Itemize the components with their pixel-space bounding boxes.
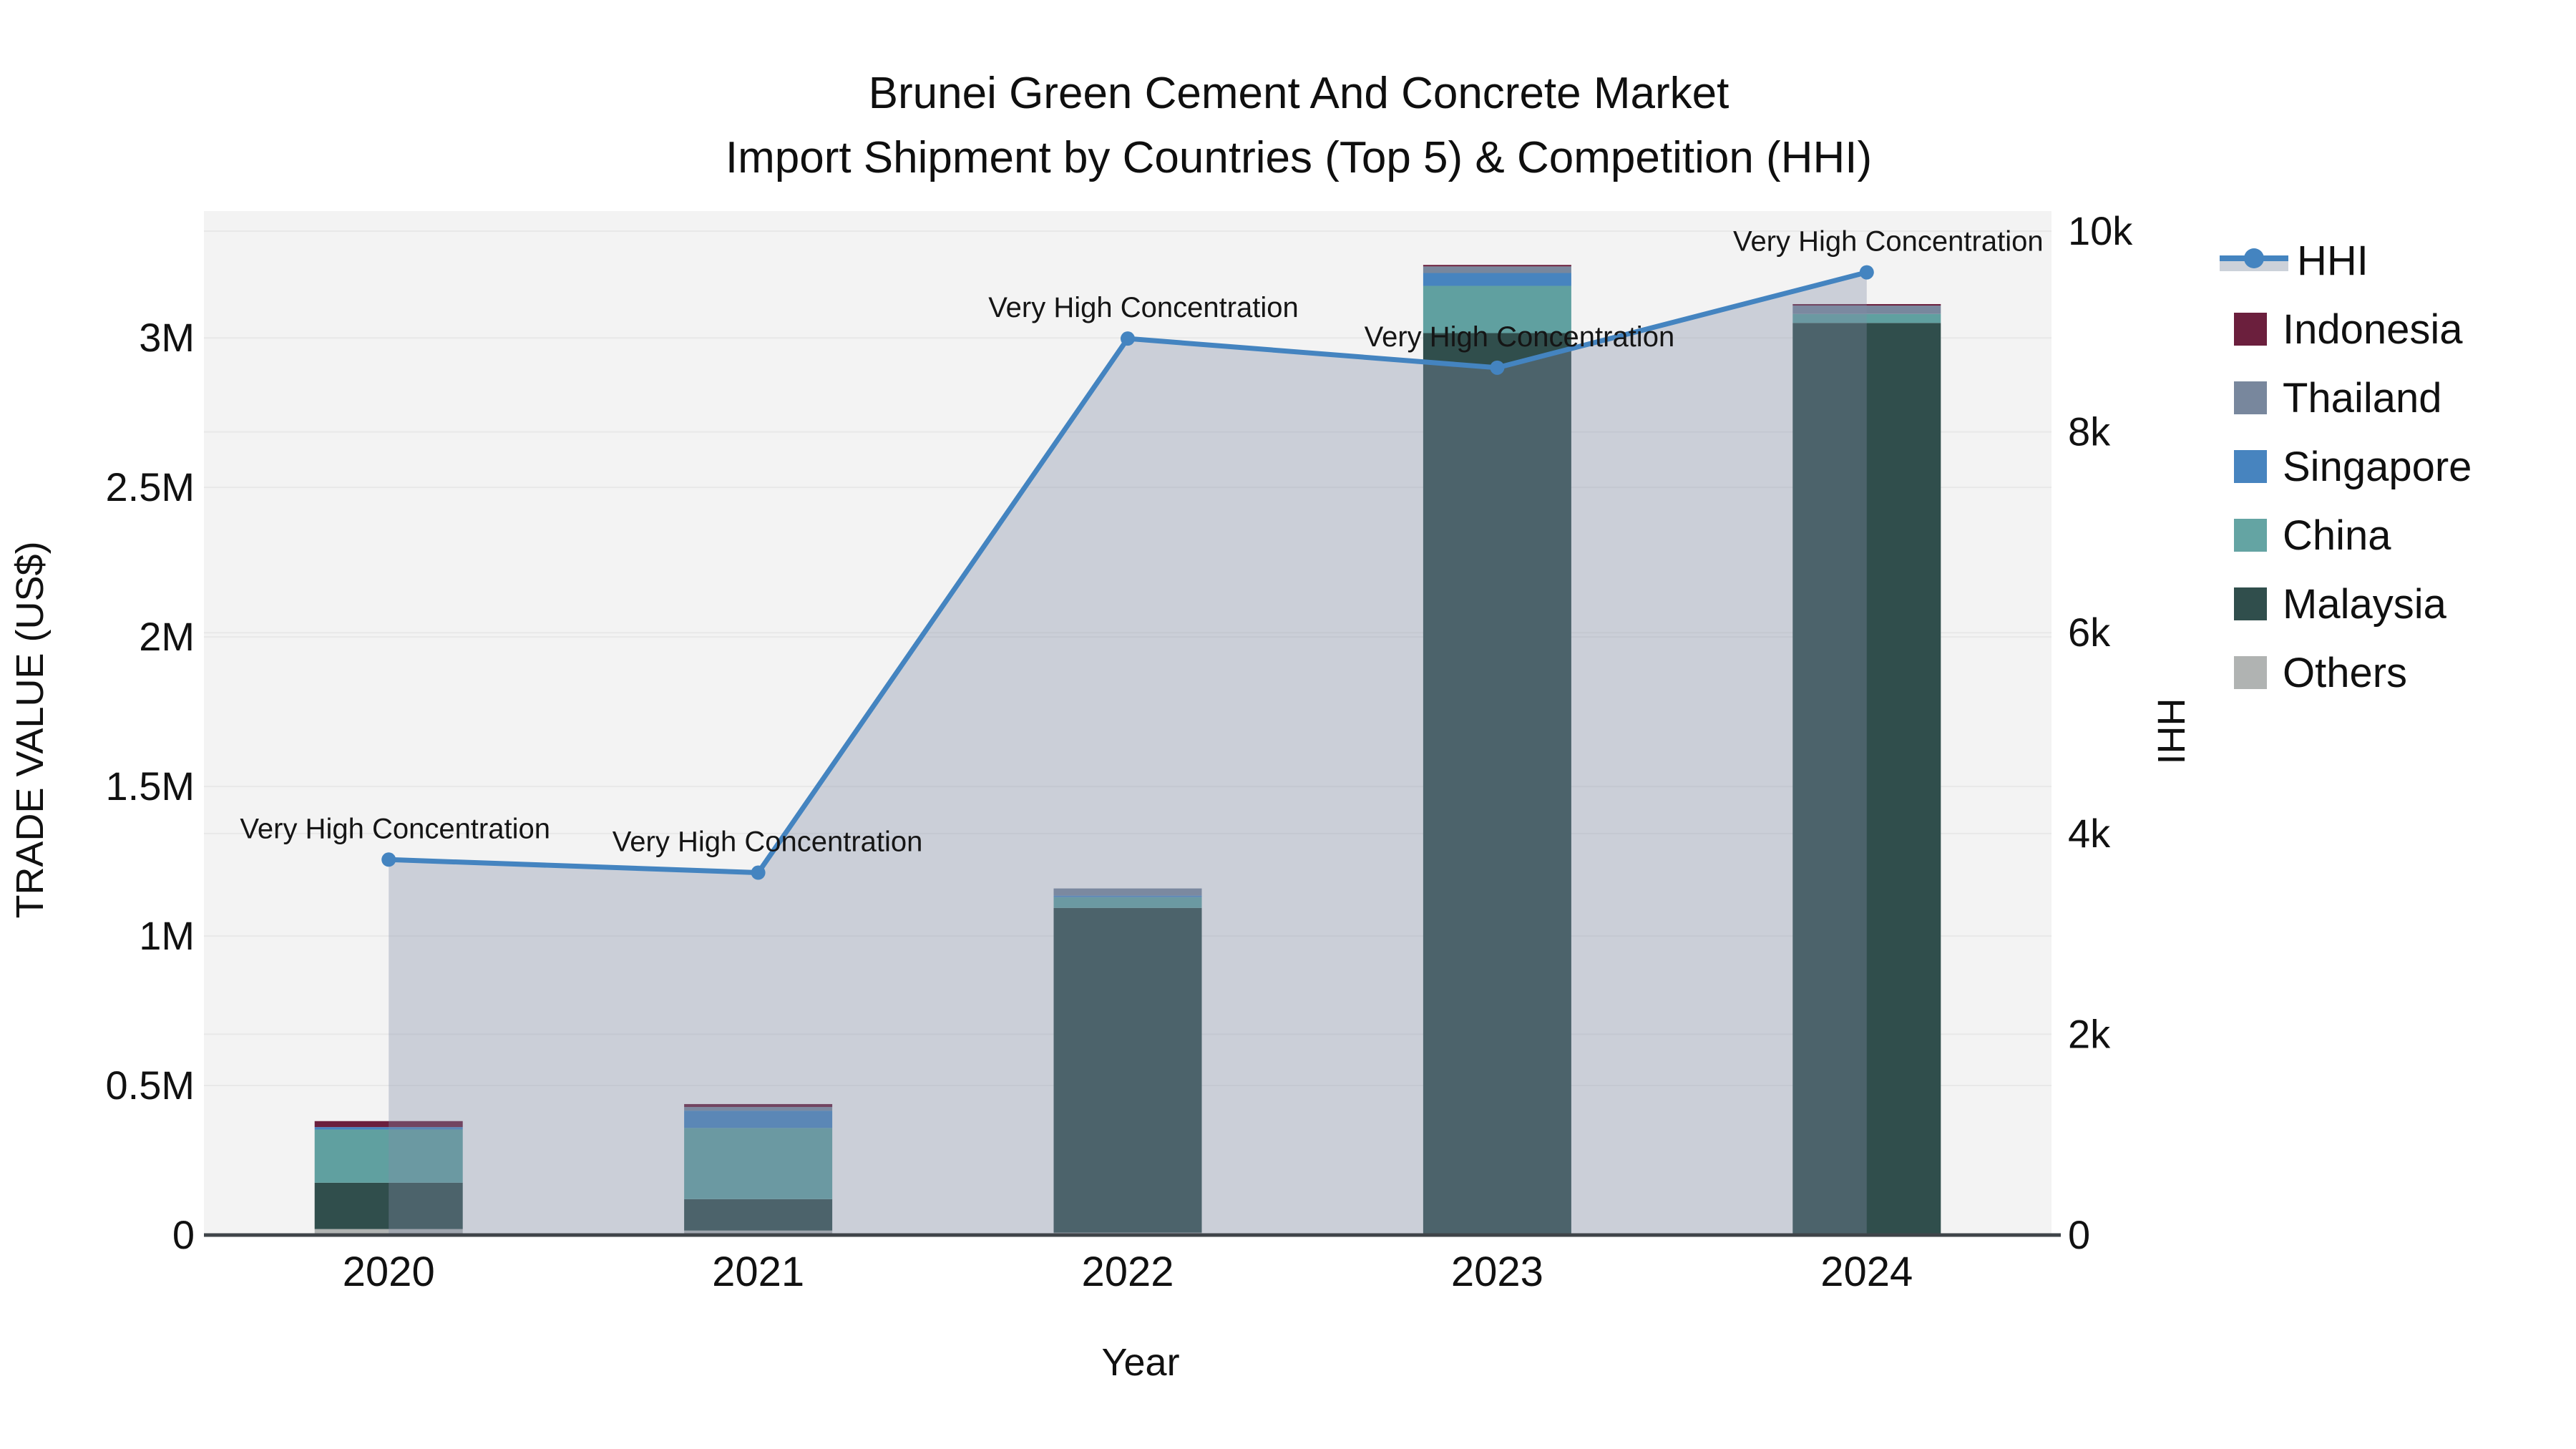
y-left-tick: 1M xyxy=(139,913,195,958)
x-tick-2024: 2024 xyxy=(1820,1249,1913,1295)
y-right-tick: 8k xyxy=(2068,409,2111,454)
y-right-tick: 4k xyxy=(2068,811,2111,856)
x-axis-title: Year xyxy=(1101,1341,1179,1384)
legend-swatch-malaysia xyxy=(2234,587,2267,620)
legend-swatch-singapore xyxy=(2234,450,2267,483)
annotation-2021: Very High Concentration xyxy=(613,826,923,858)
legend-label-thailand: Thailand xyxy=(2283,374,2442,421)
annotation-2020: Very High Concentration xyxy=(240,813,550,844)
y-left-tick: 0.5M xyxy=(106,1063,195,1108)
legend: HHI Indonesia Thailand Singapore China Malays… xyxy=(2220,226,2472,707)
bar-segment-singapore-2023[interactable] xyxy=(1423,273,1571,286)
legend-label-hhi: HHI xyxy=(2297,237,2368,284)
y-right-tick: 6k xyxy=(2068,610,2111,655)
legend-label-singapore: Singapore xyxy=(2283,443,2472,490)
legend-label-others: Others xyxy=(2283,649,2408,696)
legend-label-china: China xyxy=(2283,512,2391,559)
y-right-tick: 0 xyxy=(2068,1212,2090,1257)
hhi-line-icon xyxy=(2220,244,2288,277)
legend-swatch-others xyxy=(2234,656,2267,689)
y-left-tick: 2.5M xyxy=(106,464,195,509)
legend-item-singapore[interactable]: Singapore xyxy=(2234,432,2472,501)
hhi-marker-2023[interactable] xyxy=(1490,360,1505,375)
y-left-tick: 2M xyxy=(139,614,195,659)
legend-item-china[interactable]: China xyxy=(2234,501,2472,570)
legend-swatch-china xyxy=(2234,519,2267,552)
x-tick-2021: 2021 xyxy=(712,1249,804,1295)
legend-swatch-indonesia xyxy=(2234,313,2267,346)
y-left-tick: 1.5M xyxy=(106,763,195,809)
legend-label-malaysia: Malaysia xyxy=(2283,580,2446,628)
y-left-tick: 3M xyxy=(139,315,195,360)
annotation-2022: Very High Concentration xyxy=(988,292,1299,323)
legend-item-thailand[interactable]: Thailand xyxy=(2234,364,2472,432)
legend-item-hhi[interactable]: HHI xyxy=(2220,226,2472,295)
annotation-2023: Very High Concentration xyxy=(1365,321,1675,353)
y-left-axis-title: TRADE VALUE (US$) xyxy=(9,541,52,918)
hhi-marker-2020[interactable] xyxy=(381,852,396,867)
y-right-tick: 2k xyxy=(2068,1011,2111,1056)
hhi-marker-2021[interactable] xyxy=(751,865,766,880)
bar-segment-indonesia-2023[interactable] xyxy=(1423,265,1571,267)
bar-segment-thailand-2023[interactable] xyxy=(1423,266,1571,273)
legend-item-indonesia[interactable]: Indonesia xyxy=(2234,295,2472,364)
hhi-marker-2022[interactable] xyxy=(1121,331,1135,346)
x-tick-2023: 2023 xyxy=(1451,1249,1543,1295)
legend-label-indonesia: Indonesia xyxy=(2283,306,2463,353)
hhi-marker-2024[interactable] xyxy=(1859,265,1874,280)
y-left-tick: 0 xyxy=(172,1212,195,1257)
legend-item-malaysia[interactable]: Malaysia xyxy=(2234,570,2472,638)
x-tick-2022: 2022 xyxy=(1081,1249,1174,1295)
x-tick-2020: 2020 xyxy=(343,1249,435,1295)
y-right-tick: 10k xyxy=(2068,208,2133,253)
legend-item-others[interactable]: Others xyxy=(2234,638,2472,707)
y-right-axis-title: HHI xyxy=(2150,698,2192,765)
chart-svg[interactable]: Very High Concentration Very High Concent… xyxy=(0,0,2576,1449)
legend-swatch-thailand xyxy=(2234,381,2267,414)
annotation-2024: Very High Concentration xyxy=(1733,226,2044,258)
